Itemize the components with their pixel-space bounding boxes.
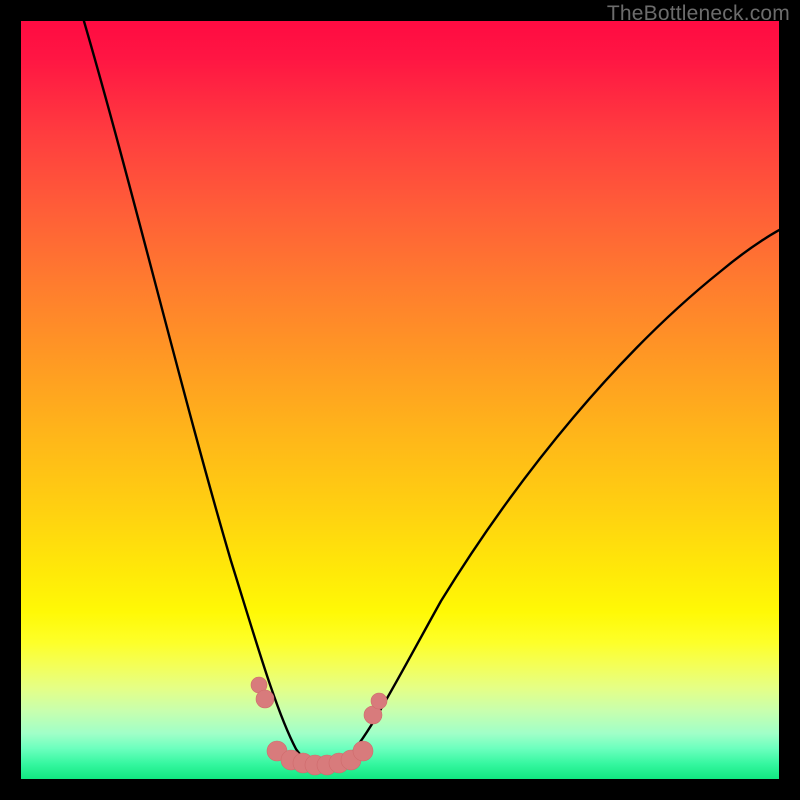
- watermark-text: TheBottleneck.com: [607, 2, 790, 26]
- plot-area: [21, 21, 779, 779]
- right-curve: [339, 224, 779, 765]
- curve-layer: [21, 21, 779, 779]
- left-curve: [81, 21, 319, 765]
